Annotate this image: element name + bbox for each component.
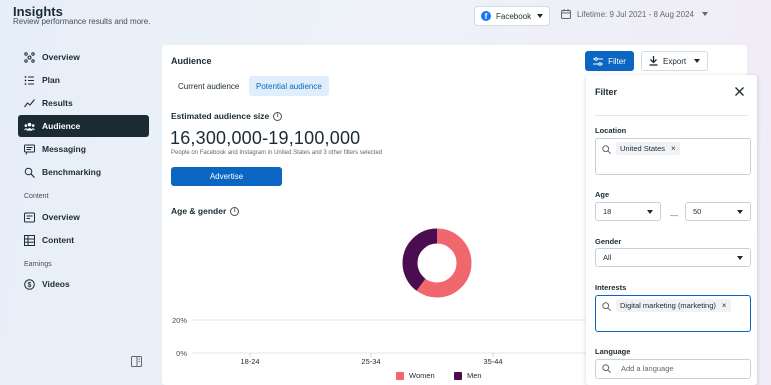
page-subtitle: Review performance results and more. <box>13 17 151 26</box>
overview-icon <box>24 51 35 63</box>
divider <box>595 115 748 116</box>
results-icon <box>24 98 35 109</box>
platform-dropdown[interactable]: f Facebook <box>474 6 550 26</box>
search-icon <box>602 364 612 374</box>
age-separator: — <box>670 211 678 220</box>
benchmarking-icon <box>24 167 35 178</box>
sidebar-item-label: Overview <box>42 212 80 222</box>
age-max-value: 50 <box>693 207 702 216</box>
age-min-value: 18 <box>603 207 612 216</box>
age-min-select[interactable]: 18 <box>595 202 661 221</box>
sidebar-item-overview[interactable]: Overview <box>18 46 149 68</box>
sidebar-item-label: Messaging <box>42 144 86 154</box>
language-placeholder: Add a language <box>621 364 674 373</box>
legend-swatch-men <box>454 371 462 380</box>
platform-label: Facebook <box>496 11 532 21</box>
sidebar-item-content[interactable]: Content <box>18 229 149 251</box>
sidebar-item-label: Videos <box>42 279 70 289</box>
interest-chip-label: Digital marketing (marketing) <box>620 301 716 310</box>
legend-swatch-women <box>396 371 404 380</box>
date-range-dropdown[interactable]: Lifetime: 9 Jul 2021 - 8 Aug 2024 <box>561 9 708 19</box>
legend-item-men: Men <box>454 371 482 380</box>
x-tick-label: 25-34 <box>361 357 380 366</box>
svg-text:$: $ <box>28 282 32 289</box>
sidebar-item-label: Content <box>42 235 75 245</box>
sidebar-item-audience[interactable]: Audience <box>18 115 149 137</box>
interest-chip: Digital marketing (marketing) × <box>616 299 731 312</box>
sidebar-item-label: Results <box>42 98 73 108</box>
calendar-icon <box>561 9 571 19</box>
sidebar-item-plan[interactable]: Plan <box>18 69 149 91</box>
sidebar-item-label: Benchmarking <box>42 167 102 177</box>
chevron-down-icon <box>537 14 543 18</box>
search-icon <box>602 302 612 312</box>
x-tick-label: 35-44 <box>483 357 502 366</box>
messaging-icon <box>24 144 35 155</box>
earnings-section-label: Earnings <box>24 261 52 268</box>
remove-chip-icon[interactable]: × <box>671 144 676 153</box>
sidebar-item-label: Overview <box>42 52 80 62</box>
content-icon <box>24 234 35 246</box>
interests-label: Interests <box>595 283 627 292</box>
content-overview-icon <box>24 212 35 223</box>
audience-icon <box>24 121 35 132</box>
filter-panel-title: Filter <box>595 87 618 97</box>
location-label: Location <box>595 126 627 135</box>
search-icon <box>602 145 612 155</box>
location-chip: United States × <box>616 142 680 155</box>
language-input[interactable]: Add a language <box>595 359 751 379</box>
content-section-label: Content <box>24 193 49 200</box>
facebook-icon: f <box>481 11 491 21</box>
legend-item-women: Women <box>396 371 435 380</box>
remove-chip-icon[interactable]: × <box>722 301 727 310</box>
gender-label: Gender <box>595 237 622 246</box>
y-tick-label: 20% <box>172 316 187 325</box>
collapse-sidebar-icon[interactable] <box>131 356 142 367</box>
location-chip-label: United States <box>620 144 666 153</box>
chevron-down-icon <box>701 12 708 16</box>
legend-label-men: Men <box>467 371 482 380</box>
filter-panel: Filter Location United States × Age 18 —… <box>586 75 757 385</box>
sidebar-item-messaging[interactable]: Messaging <box>18 138 149 160</box>
y-tick-label: 0% <box>176 349 187 358</box>
sidebar-item-benchmarking[interactable]: Benchmarking <box>18 161 149 183</box>
chevron-down-icon <box>737 255 743 260</box>
date-range-label: Lifetime: 9 Jul 2021 - 8 Aug 2024 <box>577 9 694 19</box>
sidebar-item-content-overview[interactable]: Overview <box>18 206 149 228</box>
sidebar-item-label: Audience <box>42 121 81 131</box>
gender-value: All <box>603 253 612 262</box>
language-label: Language <box>595 347 631 356</box>
x-tick-label: 18-24 <box>240 357 259 366</box>
chevron-down-icon <box>737 209 743 214</box>
legend-label-women: Women <box>409 371 435 380</box>
chevron-down-icon <box>647 209 653 214</box>
age-max-select[interactable]: 50 <box>685 202 751 221</box>
age-label: Age <box>595 190 610 199</box>
location-input[interactable]: United States × <box>595 138 751 175</box>
plan-icon <box>24 75 35 86</box>
interests-input[interactable]: Digital marketing (marketing) × <box>595 295 751 332</box>
close-icon[interactable] <box>735 87 745 97</box>
dollar-icon: $ <box>24 278 35 290</box>
gender-select[interactable]: All <box>595 248 751 267</box>
sidebar-item-videos[interactable]: $ Videos <box>18 273 149 295</box>
sidebar-item-label: Plan <box>42 75 60 85</box>
sidebar-item-results[interactable]: Results <box>18 92 149 114</box>
